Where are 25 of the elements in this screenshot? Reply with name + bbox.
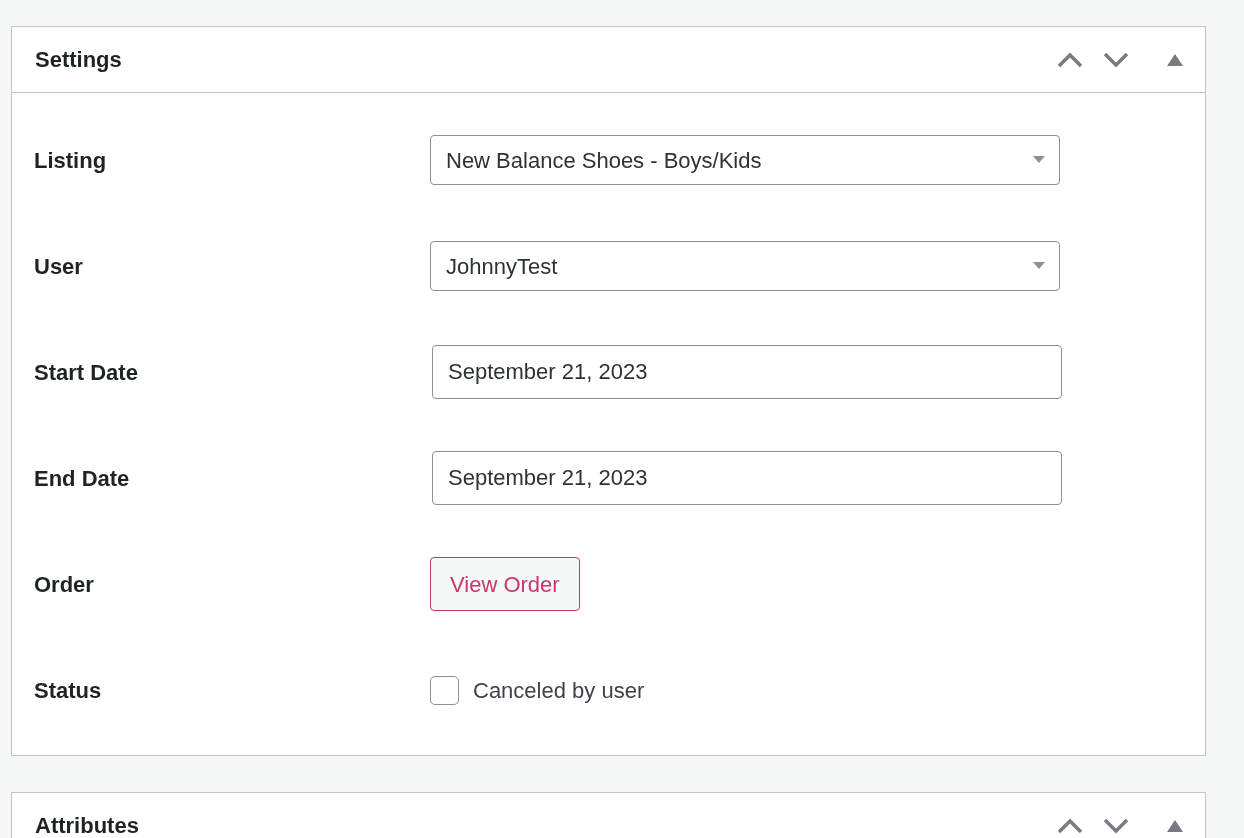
panel-title: Attributes bbox=[35, 812, 139, 838]
chevron-up-icon[interactable] bbox=[1057, 51, 1083, 68]
panel-title: Settings bbox=[35, 46, 122, 74]
chevron-up-icon[interactable] bbox=[1057, 817, 1083, 834]
field-label: Listing bbox=[34, 146, 108, 175]
checkbox-label: Canceled by user bbox=[473, 676, 645, 705]
view-order-button[interactable]: View Order bbox=[430, 557, 580, 611]
date-field[interactable]: September 21, 2023 bbox=[432, 451, 1062, 505]
caret-icon bbox=[1033, 156, 1045, 164]
date-field[interactable]: September 21, 2023 bbox=[432, 345, 1062, 399]
field-label: Status bbox=[34, 676, 103, 705]
checkbox[interactable] bbox=[430, 675, 459, 705]
field-label: End Date bbox=[34, 464, 131, 493]
dropdown-field[interactable]: JohnnyTest bbox=[430, 241, 1060, 291]
chevron-down-icon[interactable] bbox=[1103, 51, 1129, 68]
triangle-up-icon[interactable] bbox=[1167, 53, 1183, 66]
dropdown-value: JohnnyTest bbox=[446, 252, 558, 281]
dropdown-value: New Balance Shoes - Boys/Kids bbox=[446, 146, 762, 175]
field-label: User bbox=[34, 252, 84, 281]
field-label: Order bbox=[34, 570, 95, 599]
caret-icon bbox=[1033, 262, 1045, 270]
triangle-up-icon[interactable] bbox=[1167, 819, 1183, 832]
field-label: Start Date bbox=[34, 358, 139, 387]
dropdown-field[interactable]: New Balance Shoes - Boys/Kids bbox=[430, 135, 1060, 185]
chevron-down-icon[interactable] bbox=[1103, 817, 1129, 834]
